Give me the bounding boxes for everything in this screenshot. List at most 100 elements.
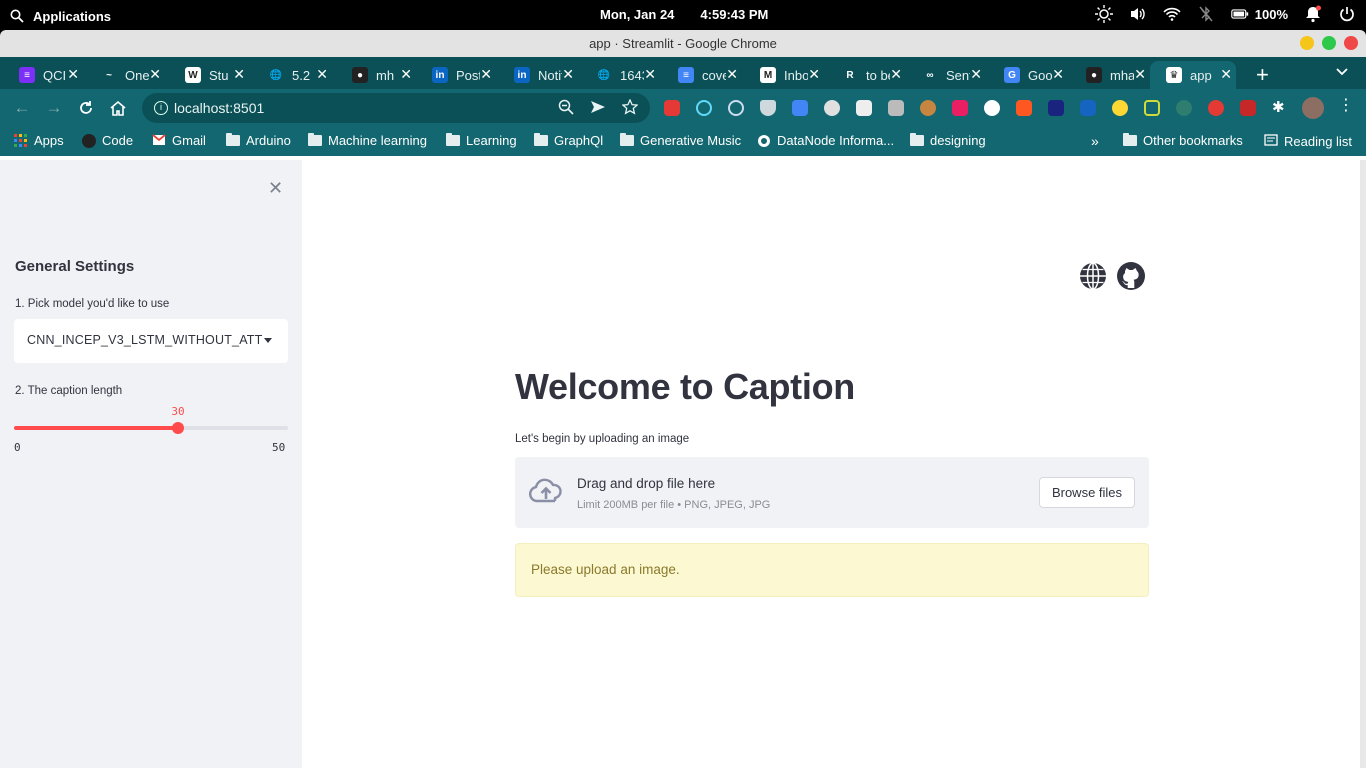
browser-tab[interactable]: in Post | F✕ [416,61,496,89]
cookie-extension-icon[interactable] [920,100,936,116]
alert-extension-icon[interactable] [1240,100,1256,116]
github-icon[interactable] [1116,261,1146,291]
close-window-button[interactable] [1344,36,1358,50]
glasses-extension-icon[interactable] [888,100,904,116]
browser-tab[interactable]: G Google✕ [988,61,1068,89]
browser-tab[interactable]: 🌐 5.2 ✕ [252,61,332,89]
close-tab-icon[interactable]: ✕ [67,66,79,83]
browser-tab[interactable]: 🌐 164302✕ [580,61,660,89]
close-tab-icon[interactable]: ✕ [890,66,902,83]
close-tab-icon[interactable]: ✕ [970,66,982,83]
bookmark-item[interactable]: Code [82,133,133,148]
close-tab-icon[interactable]: ✕ [480,66,492,83]
bookmarks-more-button[interactable]: » [1091,133,1099,149]
close-tab-icon[interactable]: ✕ [316,66,328,83]
maximize-button[interactable] [1322,36,1336,50]
address-bar[interactable]: i localhost:8501 [142,93,650,123]
minimize-button[interactable] [1300,36,1314,50]
bookmark-item[interactable]: Gmail [152,133,206,148]
bookmark-item[interactable]: Learning [446,133,517,148]
battery-status[interactable]: 100% [1230,5,1288,23]
site-info-icon[interactable]: i [154,101,168,115]
wifi-icon[interactable] [1163,5,1181,23]
graphql-extension-icon[interactable] [952,100,968,116]
close-tab-icon[interactable]: ✕ [1220,66,1232,83]
off-extension-icon[interactable] [856,100,872,116]
applications-menu[interactable]: Applications [33,9,111,24]
badge-extension-icon[interactable] [1112,100,1128,116]
profile-avatar[interactable] [1302,97,1324,119]
close-tab-icon[interactable]: ✕ [808,66,820,83]
other-bookmarks[interactable]: Other bookmarks [1123,133,1243,148]
react-devtools-icon[interactable] [696,100,712,116]
puzzle-icon[interactable]: ✱ [1272,100,1288,116]
brightness-icon[interactable] [1094,5,1113,23]
bluetooth-off-icon[interactable] [1197,5,1215,23]
close-tab-icon[interactable]: ✕ [1134,66,1146,83]
bookmark-item[interactable]: designing [910,133,986,148]
search-icon[interactable] [8,7,26,25]
pen-extension-icon[interactable] [1048,100,1064,116]
close-tab-icon[interactable]: ✕ [726,66,738,83]
lightning-extension-icon[interactable] [1144,100,1160,116]
reading-list[interactable]: Reading list [1264,133,1352,150]
volume-icon[interactable] [1129,5,1147,23]
slider-thumb[interactable] [172,422,185,434]
globe-icon[interactable] [1078,261,1108,291]
browser-tab[interactable]: in Notifica✕ [498,61,578,89]
bookmark-item[interactable]: Generative Music [620,133,741,148]
back-button[interactable]: ← [12,98,32,118]
browser-tab[interactable]: ∞ Sent - M✕ [906,61,986,89]
google-translate-icon[interactable] [792,100,808,116]
close-tab-icon[interactable]: ✕ [644,66,656,83]
red-extension-icon[interactable] [1208,100,1224,116]
zoom-icon[interactable] [558,99,574,119]
new-tab-button[interactable]: + [1256,62,1269,88]
browse-files-button[interactable]: Browse files [1039,477,1135,508]
todoist-extension-icon[interactable] [664,100,680,116]
close-tab-icon[interactable]: ✕ [149,66,161,83]
bookmark-item[interactable]: Arduino [226,133,291,148]
browser-tab[interactable]: ♛ app ✕ [1150,61,1236,89]
browser-tab[interactable]: M Inbox (4✕ [744,61,824,89]
url-text[interactable]: localhost:8501 [174,100,264,116]
page-scrollbar[interactable] [1360,160,1366,768]
close-tab-icon[interactable]: ✕ [562,66,574,83]
browser-tab[interactable]: ≡ cover le✕ [662,61,742,89]
bookmark-extension-icon[interactable] [1016,100,1032,116]
notifications-icon[interactable] [1304,5,1322,23]
bookmark-item[interactable]: Machine learning [308,133,427,148]
target-extension-icon[interactable] [728,100,744,116]
circle-extension-icon[interactable] [984,100,1000,116]
bookmark-item[interactable]: Apps [14,133,64,148]
bookmark-star-icon[interactable] [621,98,639,119]
power-icon[interactable] [1338,5,1356,23]
reload-button[interactable] [76,98,96,118]
bookmark-item[interactable]: GraphQl [534,133,603,148]
speed-extension-icon[interactable] [824,100,840,116]
file-dropzone[interactable]: Drag and drop file here Limit 200MB per … [515,457,1149,528]
counter-extension-icon[interactable] [1080,100,1096,116]
browser-tab[interactable]: Rto be ba✕ [826,61,906,89]
browser-tab[interactable]: ~ One ✕ [85,61,165,89]
browser-tab[interactable]: ≡ QCI ✕ [3,61,83,89]
browser-tab[interactable]: ● mhanna✕ [1070,61,1150,89]
tab-search-chevron-icon[interactable] [1336,63,1348,79]
close-tab-icon[interactable]: ✕ [233,66,245,83]
forward-button[interactable]: → [44,98,64,118]
browser-tab[interactable]: ● mh ✕ [336,61,416,89]
close-sidebar-icon[interactable]: ✕ [268,178,283,199]
close-tab-icon[interactable]: ✕ [1052,66,1064,83]
bookmark-item[interactable]: DataNode Informa... [757,133,894,148]
shield-extension-icon[interactable] [760,100,776,116]
os-time[interactable]: 4:59:43 PM [700,7,768,22]
dark-extension-icon[interactable] [1176,100,1192,116]
browser-tab[interactable]: W Stu ✕ [169,61,249,89]
model-select[interactable]: CNN_INCEP_V3_LSTM_WITHOUT_ATT [14,319,288,363]
home-button[interactable] [108,98,128,118]
close-tab-icon[interactable]: ✕ [400,66,412,83]
slider-track[interactable] [14,426,288,430]
os-date[interactable]: Mon, Jan 24 [600,7,674,22]
kebab-menu-icon[interactable]: ⋮ [1338,98,1354,114]
send-icon[interactable] [590,99,606,119]
